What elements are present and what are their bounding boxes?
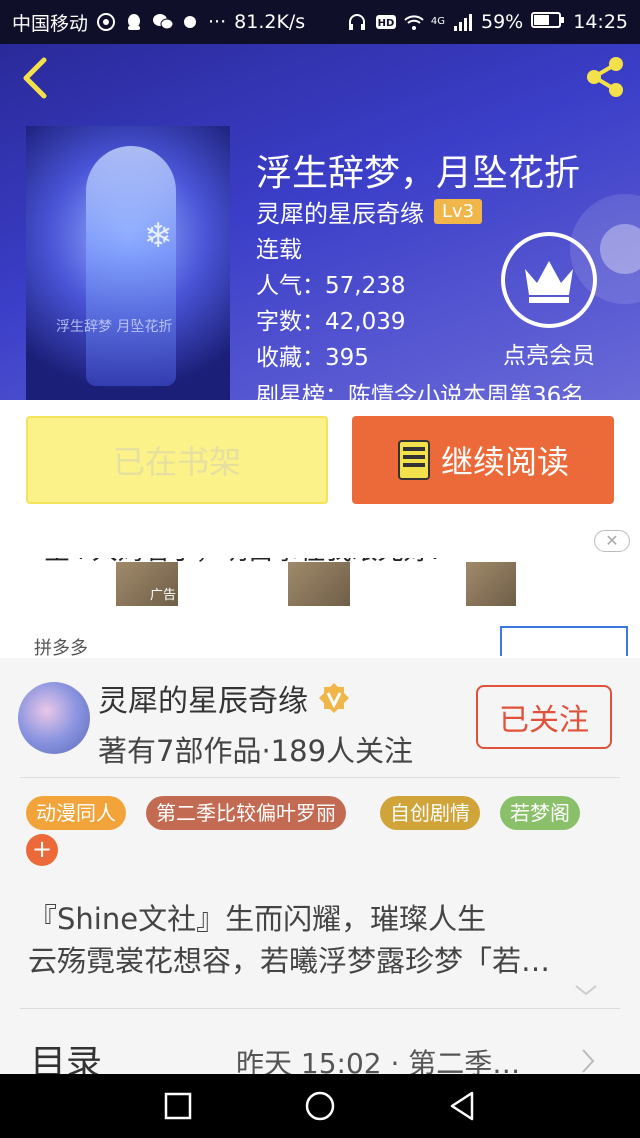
continue-reading-label: 继续阅读 xyxy=(440,443,569,481)
book-favorites: 收藏：395 xyxy=(256,345,369,371)
author-name-row: 灵犀的星辰奇缘 xyxy=(98,676,350,720)
book-cover[interactable]: ❄ 浮生辞梦 月坠花折 xyxy=(26,126,230,400)
chevron-down-icon xyxy=(575,985,597,996)
share-icon xyxy=(587,57,623,97)
author-avatar[interactable] xyxy=(18,682,90,754)
headphones-icon xyxy=(347,12,367,32)
system-nav-bar xyxy=(0,1074,640,1138)
tag-pill[interactable]: 若梦阁 xyxy=(500,796,580,830)
description-line: 『Shine文社』生而闪耀，璀璨人生 xyxy=(28,902,487,936)
divider xyxy=(20,1008,620,1009)
battery-percent: 59% xyxy=(481,11,524,33)
close-icon: ✕ xyxy=(605,531,619,550)
book-author-line: 灵犀的星辰奇缘 Lv3 xyxy=(256,194,483,229)
share-button[interactable] xyxy=(582,54,628,100)
carrier-label: 中国移动 xyxy=(12,12,89,35)
crown-icon xyxy=(501,232,597,328)
ad-title: 宝+大妈看了，明白事在我眼光好! xyxy=(44,536,441,566)
clock: 14:25 xyxy=(573,11,628,33)
on-shelf-label: 已在书架 xyxy=(112,443,241,481)
table-of-contents-row[interactable]: 目录 昨天 15:02 · 第二季… xyxy=(0,1010,640,1084)
tag-pill[interactable]: 动漫同人 xyxy=(26,796,126,830)
book-author[interactable]: 灵犀的星辰奇缘 xyxy=(256,194,424,229)
book-icon xyxy=(397,440,430,480)
author-stats: 著有7部作品·189人关注 xyxy=(98,734,414,768)
snowflake-icon: ❄ xyxy=(143,216,173,256)
author-level-badge: Lv3 xyxy=(434,199,483,224)
book-rank[interactable]: 剧星榜：陈情令小说本周第36名 xyxy=(256,376,622,400)
book-header: ❄ 浮生辞梦 月坠花折 浮生辞梦，月坠花折 灵犀的星辰奇缘 Lv3 连载 人气：… xyxy=(0,44,640,400)
back-triangle-icon[interactable] xyxy=(446,1090,478,1122)
wifi-icon xyxy=(403,12,424,32)
app-notification-icon xyxy=(96,12,116,32)
book-status: 连载 xyxy=(256,237,302,263)
plus-icon: + xyxy=(31,835,53,863)
status-bar: 中国移动 ··· 81.2K/s HD 4G 59% 14:25 xyxy=(0,0,640,44)
cover-illustration xyxy=(86,146,176,386)
ad-image xyxy=(466,562,516,606)
home-icon[interactable] xyxy=(304,1090,336,1122)
ad-image xyxy=(288,562,350,606)
expand-description-button[interactable] xyxy=(572,980,600,1000)
svg-text:HD: HD xyxy=(378,18,395,29)
more-notifications-icon: ··· xyxy=(208,11,227,33)
wechat-icon xyxy=(152,12,174,32)
author-name: 灵犀的星辰奇缘 xyxy=(98,684,308,719)
ad-close-button[interactable]: ✕ xyxy=(594,530,630,552)
on-shelf-button[interactable]: 已在书架 xyxy=(26,416,328,504)
action-bar: 已在书架 继续阅读 xyxy=(0,400,640,522)
ad-cta-button[interactable] xyxy=(500,626,628,656)
description-line: 云殇霓裳花想容，若曦浮梦露珍梦「若… xyxy=(28,944,551,978)
chevron-right-icon xyxy=(582,1049,595,1073)
signal-label: 4G xyxy=(430,15,445,27)
recent-apps-icon[interactable] xyxy=(162,1090,194,1122)
chevron-left-icon xyxy=(23,57,47,99)
tag-pill[interactable]: 自创剧情 xyxy=(380,796,480,830)
ad-banner[interactable]: 宝+大妈看了，明白事在我眼光好! ✕ 广告 拼多多 xyxy=(0,522,640,658)
ad-source: 拼多多 xyxy=(34,638,88,658)
divider xyxy=(20,777,620,778)
qq-icon xyxy=(124,12,144,32)
verified-badge-icon xyxy=(319,683,349,713)
book-word-count: 字数：42,039 xyxy=(256,309,406,335)
continue-reading-button[interactable]: 继续阅读 xyxy=(352,416,614,504)
tag-pill[interactable]: 第二季比较偏叶罗丽 xyxy=(146,796,346,830)
book-popularity: 人气：57,238 xyxy=(256,273,406,299)
browser-icon xyxy=(180,12,200,32)
hd-call-icon: HD xyxy=(375,12,396,32)
cover-text: 浮生辞梦 月坠花折 xyxy=(56,319,173,335)
signal-icon xyxy=(453,12,473,32)
back-button[interactable] xyxy=(18,56,54,100)
net-speed-label: 81.2K/s xyxy=(234,11,306,33)
follow-button[interactable]: 已关注 xyxy=(476,685,612,749)
battery-icon xyxy=(531,10,565,35)
follow-label: 已关注 xyxy=(499,703,589,738)
book-title: 浮生辞梦，月坠花折 xyxy=(256,153,581,194)
book-description[interactable]: 『Shine文社』生而闪耀，璀璨人生 云殇霓裳花想容，若曦浮梦露珍梦「若… xyxy=(28,898,612,982)
vip-button[interactable]: 点亮会员 xyxy=(494,232,604,370)
ad-tag: 广告 xyxy=(150,588,177,603)
add-tag-button[interactable]: + xyxy=(26,834,58,866)
author-card[interactable]: 灵犀的星辰奇缘 著有7部作品·189人关注 已关注 xyxy=(0,658,640,778)
vip-label: 点亮会员 xyxy=(503,343,595,369)
